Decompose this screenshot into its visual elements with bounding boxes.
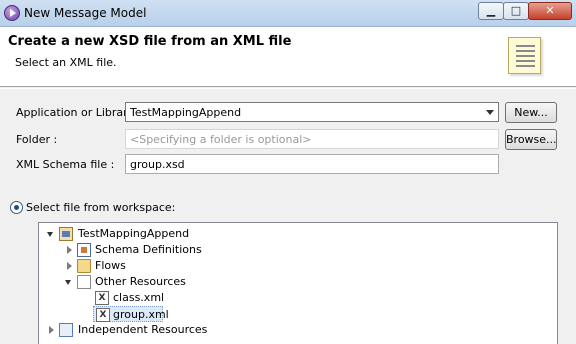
application-combo[interactable]: TestMappingAppend (125, 102, 499, 122)
library-icon (59, 323, 73, 337)
tree-label-group-xml: group.xml (113, 308, 169, 321)
xml-file-icon: X (95, 291, 109, 305)
new-button[interactable]: New... (505, 102, 557, 123)
project-icon (59, 227, 73, 241)
tree-label-other-resources: Other Resources (95, 275, 186, 288)
xml-file-icon: X (96, 308, 110, 322)
application-value: TestMappingAppend (130, 106, 242, 119)
workspace-radio[interactable] (10, 201, 23, 214)
minimize-button[interactable]: ▁ (478, 2, 504, 20)
tree-label-schema-definitions: Schema Definitions (95, 243, 202, 256)
collapse-icon[interactable] (47, 232, 53, 237)
banner-title: Create a new XSD file from an XML file (8, 34, 292, 49)
collapse-icon[interactable] (65, 280, 71, 285)
schema-file-label: XML Schema file : (16, 158, 115, 171)
browse-button[interactable]: Browse... (505, 129, 557, 150)
tree-label-flows: Flows (95, 259, 126, 272)
maximize-button[interactable]: □ (503, 2, 529, 20)
banner-subtitle: Select an XML file. (15, 56, 117, 69)
title-bar: New Message Model ▁ □ ✕ (0, 0, 576, 27)
folder-label: Folder : (16, 133, 58, 146)
workspace-radio-label[interactable]: Select file from workspace: (26, 201, 175, 214)
close-button[interactable]: ✕ (528, 2, 572, 20)
workspace-tree[interactable]: TestMappingAppend Schema Definitions Flo… (38, 222, 558, 344)
tree-label-class-xml: class.xml (113, 291, 165, 304)
tree-label-independent-resources: Independent Resources (78, 323, 208, 336)
schema-file-input[interactable]: group.xsd (125, 154, 499, 174)
app-icon (4, 5, 20, 21)
folder-icon (77, 259, 91, 273)
tree-item-group-xml[interactable]: X group.xml (93, 306, 169, 322)
wizard-banner: Create a new XSD file from an XML file S… (0, 27, 576, 87)
expand-icon[interactable] (49, 326, 54, 334)
schema-icon (77, 243, 91, 257)
window-title: New Message Model (24, 6, 147, 20)
tree-label-project: TestMappingAppend (78, 227, 190, 240)
document-icon (508, 37, 541, 74)
separator (0, 88, 576, 89)
expand-icon[interactable] (67, 262, 72, 270)
app-label: Application or Library: (16, 106, 138, 119)
folder-input[interactable]: <Specifying a folder is optional> (125, 129, 499, 149)
open-folder-icon (77, 275, 91, 289)
chevron-down-icon[interactable] (486, 110, 494, 115)
expand-icon[interactable] (67, 246, 72, 254)
